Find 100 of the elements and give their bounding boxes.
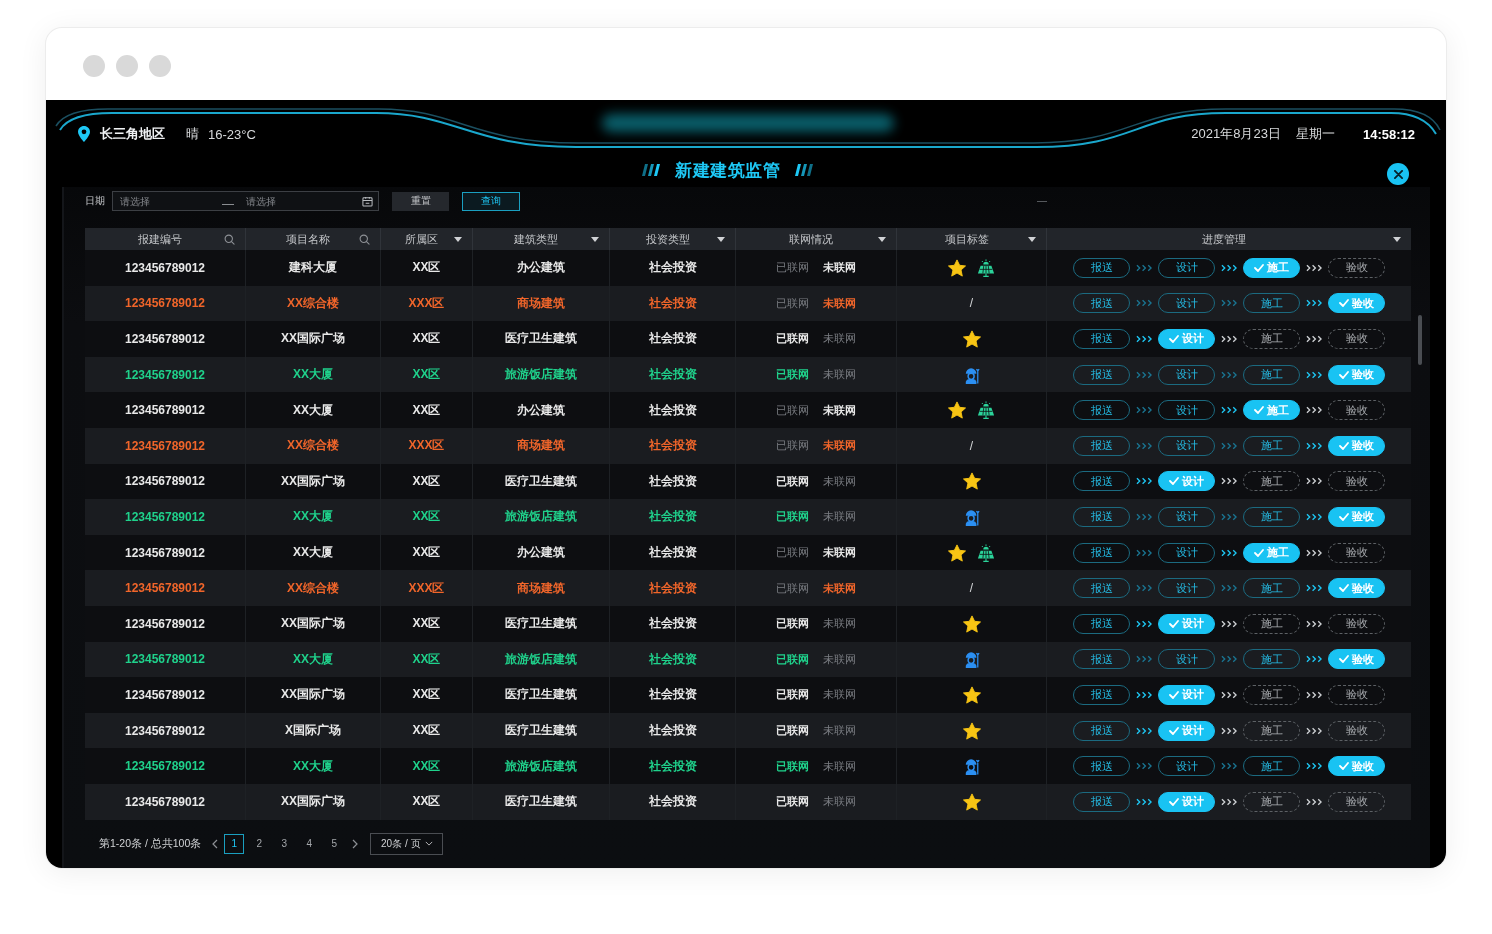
weather-label: 晴 xyxy=(186,125,199,143)
chevrons-icon xyxy=(1306,370,1322,379)
query-button[interactable]: 查询 xyxy=(462,191,520,211)
weekday-label: 星期一 xyxy=(1295,125,1335,143)
chevrons-icon xyxy=(1306,762,1322,771)
star-icon xyxy=(962,721,981,740)
star-icon xyxy=(948,258,966,277)
chevron-right-icon[interactable] xyxy=(352,838,359,849)
network-status-label: 未联网 xyxy=(823,331,856,347)
check-icon xyxy=(1254,263,1264,272)
check-icon xyxy=(1169,477,1179,486)
search-icon[interactable] xyxy=(224,233,235,245)
table-cell: XX区 xyxy=(412,793,441,811)
caret-down-icon[interactable] xyxy=(1393,236,1401,242)
table-cell: XX区 xyxy=(412,757,441,775)
table-cell: 123456789012 xyxy=(124,652,206,667)
pagination-summary: 第1-20条 / 总共100条 xyxy=(99,836,202,851)
chevrons-icon xyxy=(1221,441,1237,450)
calendar-icon[interactable] xyxy=(362,195,373,207)
page-button[interactable]: 3 xyxy=(274,833,295,854)
network-status-label: 未联网 xyxy=(823,545,856,561)
end-date-input[interactable]: 请选择 xyxy=(246,193,354,209)
table-cell: 社会投资 xyxy=(648,579,697,597)
table-cell: XX国际广场 xyxy=(281,686,345,704)
search-icon[interactable] xyxy=(359,233,370,245)
chevrons-icon xyxy=(1136,441,1152,450)
star-icon xyxy=(962,685,981,704)
table-cell: XX国际广场 xyxy=(281,615,345,633)
page-button[interactable]: 4 xyxy=(299,833,320,854)
chevrons-icon xyxy=(1306,263,1322,272)
table-cell: XX综合楼 xyxy=(287,294,339,312)
star-icon xyxy=(948,543,966,562)
check-icon xyxy=(1339,584,1349,593)
table-cell: XX区 xyxy=(412,615,441,633)
caret-down-icon[interactable] xyxy=(717,236,725,242)
chevrons-icon xyxy=(1306,797,1322,806)
table-cell: XX区 xyxy=(412,650,441,668)
chevron-down-icon xyxy=(424,841,433,846)
chevrons-icon xyxy=(1306,406,1322,415)
table-cell: 医疗卫生建筑 xyxy=(505,686,577,704)
chevron-left-icon[interactable] xyxy=(212,838,219,849)
start-date-input[interactable]: 请选择 xyxy=(120,193,216,209)
page-button[interactable]: 2 xyxy=(249,833,270,854)
column-header: 进度管理 xyxy=(1202,231,1246,247)
column-header: 投资类型 xyxy=(645,231,690,247)
network-status-label: 未联网 xyxy=(823,687,856,703)
table-cell: 社会投资 xyxy=(648,472,697,490)
table-cell: 社会投资 xyxy=(648,615,697,633)
scrollbar-thumb[interactable] xyxy=(1418,315,1422,365)
page-size-select[interactable]: 20条 / 页 xyxy=(370,832,444,855)
table-cell: 123456789012 xyxy=(124,474,206,489)
table-cell: 123456789012 xyxy=(124,616,206,631)
table-cell: 社会投资 xyxy=(648,294,697,312)
location-pin-icon xyxy=(78,126,90,142)
page-button[interactable]: 5 xyxy=(324,833,345,854)
chevrons-icon xyxy=(1136,548,1152,557)
caret-down-icon[interactable] xyxy=(1028,236,1036,242)
check-icon xyxy=(1254,406,1264,415)
chevrons-icon xyxy=(1221,335,1237,343)
network-status-label: 已联网 xyxy=(776,438,809,454)
star-icon xyxy=(962,614,981,633)
star-icon xyxy=(948,401,966,420)
chevrons-icon xyxy=(1136,335,1152,343)
network-status-label: 未联网 xyxy=(823,295,856,311)
temperature-label: 16-23°C xyxy=(208,126,256,142)
chevrons-icon xyxy=(1306,299,1322,308)
caret-down-icon[interactable] xyxy=(591,236,599,242)
network-status-label: 已联网 xyxy=(776,794,809,810)
table-cell: 社会投资 xyxy=(648,401,697,419)
column-header: 报建编号 xyxy=(138,231,182,247)
chevrons-icon xyxy=(1136,797,1152,806)
caret-down-icon[interactable] xyxy=(454,236,462,242)
check-icon xyxy=(1339,299,1349,308)
network-status-label: 未联网 xyxy=(823,651,856,667)
reset-button[interactable]: 重置 xyxy=(392,191,449,211)
table-cell: XX区 xyxy=(412,366,441,384)
table-cell: 社会投资 xyxy=(648,366,697,384)
table-cell: 社会投资 xyxy=(648,544,697,562)
date-filter-label: 日期 xyxy=(85,194,105,208)
close-button[interactable] xyxy=(1387,163,1409,185)
chevrons-icon xyxy=(1306,619,1322,628)
chevrons-icon xyxy=(1306,655,1322,664)
worker-icon xyxy=(963,650,980,669)
network-status-label: 未联网 xyxy=(823,438,856,454)
column-header: 项目标签 xyxy=(944,231,989,247)
close-icon[interactable] xyxy=(1393,169,1403,179)
network-status-label: 已联网 xyxy=(776,651,809,667)
page-button[interactable]: 1 xyxy=(224,833,245,854)
chevrons-icon xyxy=(1306,690,1322,699)
table-cell: XX区 xyxy=(412,330,441,348)
table-cell: 医疗卫生建筑 xyxy=(505,330,577,348)
date-range-field[interactable]: 请选择 请选择 xyxy=(112,191,379,211)
check-icon xyxy=(1339,512,1349,521)
table-cell: 商场建筑 xyxy=(517,294,565,312)
slashes-icon xyxy=(795,164,813,176)
caret-down-icon[interactable] xyxy=(878,236,886,242)
table-cell: 社会投资 xyxy=(648,330,697,348)
network-status-label: 未联网 xyxy=(823,367,856,383)
window-dot-icon xyxy=(149,55,171,77)
table-cell: 123456789012 xyxy=(124,581,206,596)
